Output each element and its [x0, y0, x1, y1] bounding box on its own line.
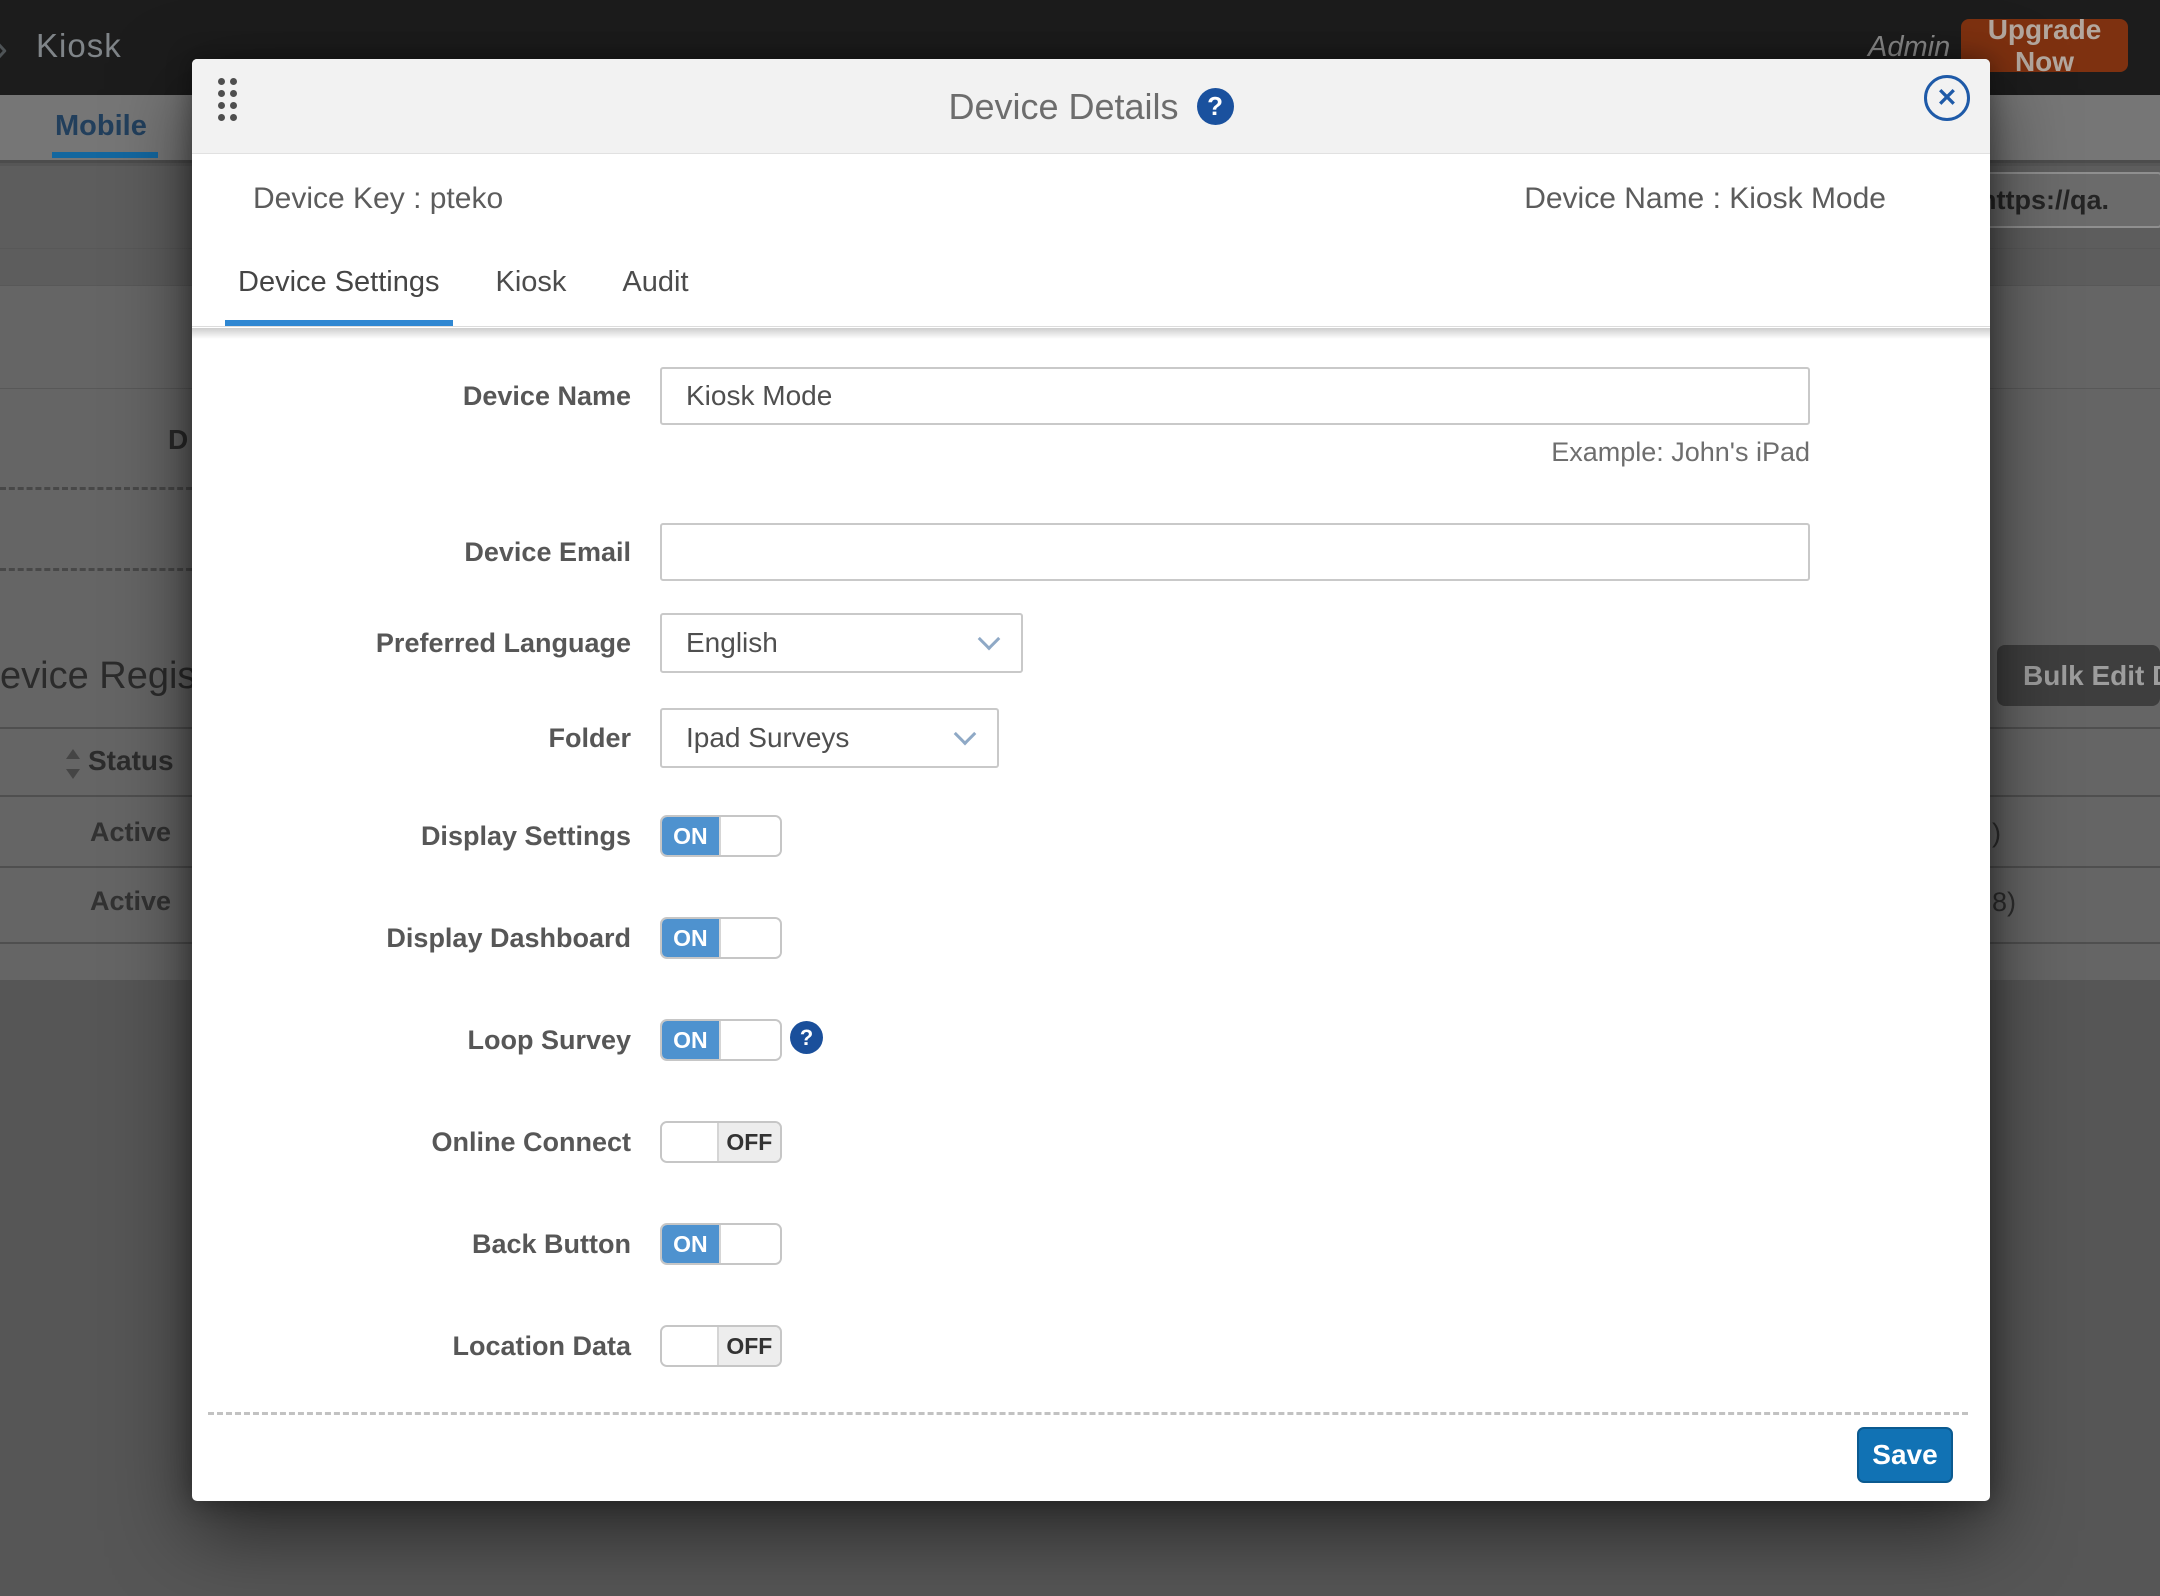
- toggle-on-segment: ON: [662, 919, 719, 957]
- help-icon[interactable]: ?: [1197, 88, 1234, 125]
- device-name-helper-text: Example: John's iPad: [660, 437, 1810, 473]
- loop-survey-help-icon[interactable]: ?: [790, 1021, 823, 1054]
- chevron-down-icon: [954, 723, 977, 746]
- tab-mobile-underline: [52, 152, 158, 158]
- tab-kiosk[interactable]: Kiosk: [483, 244, 580, 326]
- online-connect-label: Online Connect: [192, 1121, 631, 1163]
- modal-title-wrap: Device Details ?: [192, 59, 1990, 154]
- status-column-header[interactable]: Status: [88, 745, 174, 777]
- tab-device-settings[interactable]: Device Settings: [225, 244, 453, 326]
- tab-audit[interactable]: Audit: [609, 244, 701, 326]
- device-email-input[interactable]: [660, 523, 1810, 581]
- device-key-label: Device Key : pteko: [253, 182, 503, 216]
- bulk-edit-devices-button[interactable]: Bulk Edit Dev: [1997, 645, 2160, 706]
- close-icon[interactable]: ✕: [1924, 75, 1970, 121]
- toggle-knob: [719, 817, 780, 855]
- background-dashed-divider: [0, 568, 192, 571]
- chevron-down-icon: [978, 628, 1001, 651]
- background-dashed-divider: [0, 487, 192, 490]
- folder-value: Ipad Surveys: [686, 722, 849, 754]
- table-row-partial-text: ): [1992, 818, 2001, 849]
- device-name-input[interactable]: [660, 367, 1810, 425]
- toggle-knob: [719, 1225, 780, 1263]
- preferred-language-select[interactable]: English: [660, 613, 1023, 673]
- modal-tabs: Device Settings Kiosk Audit: [192, 244, 1990, 327]
- breadcrumb-chevron-icon: ›: [0, 24, 8, 72]
- screen: › Kiosk Admin Upgrade Now Mobile D evice…: [0, 0, 2160, 1596]
- display-dashboard-toggle[interactable]: ON: [660, 917, 782, 959]
- modal-subheader: Device Key : pteko Device Name : Kiosk M…: [192, 154, 1990, 244]
- device-details-modal: Device Details ? ✕ Device Key : pteko De…: [192, 59, 1990, 1501]
- modal-header: Device Details ? ✕: [192, 59, 1990, 154]
- toggle-knob: [719, 1021, 780, 1059]
- display-settings-label: Display Settings: [192, 815, 631, 857]
- device-registration-heading: evice Registr: [0, 655, 220, 698]
- modal-title: Device Details: [948, 86, 1178, 128]
- toggle-on-segment: ON: [662, 1021, 719, 1059]
- table-row-partial-text: 8): [1992, 887, 2016, 918]
- online-connect-toggle[interactable]: OFF: [660, 1121, 782, 1163]
- page-title: Kiosk: [36, 27, 122, 65]
- toggle-on-segment: ON: [662, 817, 719, 855]
- toggle-on-segment: ON: [662, 1225, 719, 1263]
- display-settings-toggle[interactable]: ON: [660, 815, 782, 857]
- table-row-status: Active: [90, 886, 171, 917]
- location-data-toggle[interactable]: OFF: [660, 1325, 782, 1367]
- toggle-off-segment: OFF: [719, 1327, 780, 1365]
- tab-bar-shadow: [192, 328, 1990, 339]
- sort-icon[interactable]: [66, 749, 80, 779]
- toggle-knob: [662, 1123, 719, 1161]
- preferred-language-field-label: Preferred Language: [192, 613, 631, 673]
- display-dashboard-label: Display Dashboard: [192, 917, 631, 959]
- save-button[interactable]: Save: [1857, 1427, 1953, 1483]
- toggle-knob: [719, 919, 780, 957]
- loop-survey-label: Loop Survey: [192, 1019, 631, 1061]
- loop-survey-toggle[interactable]: ON: [660, 1019, 782, 1061]
- device-email-field-label: Device Email: [192, 523, 631, 581]
- toggle-knob: [662, 1327, 719, 1365]
- background-partial-label: D: [168, 424, 188, 456]
- location-data-label: Location Data: [192, 1325, 631, 1367]
- device-name-field-label: Device Name: [192, 367, 631, 425]
- preferred-language-value: English: [686, 627, 778, 659]
- table-row-status: Active: [90, 817, 171, 848]
- back-button-toggle[interactable]: ON: [660, 1223, 782, 1265]
- tab-mobile[interactable]: Mobile: [55, 110, 147, 143]
- folder-select[interactable]: Ipad Surveys: [660, 708, 999, 768]
- footer-dashed-divider: [208, 1412, 1968, 1415]
- folder-field-label: Folder: [192, 708, 631, 768]
- device-name-label: Device Name : Kiosk Mode: [1524, 182, 1886, 216]
- toggle-off-segment: OFF: [719, 1123, 780, 1161]
- back-button-label: Back Button: [192, 1223, 631, 1265]
